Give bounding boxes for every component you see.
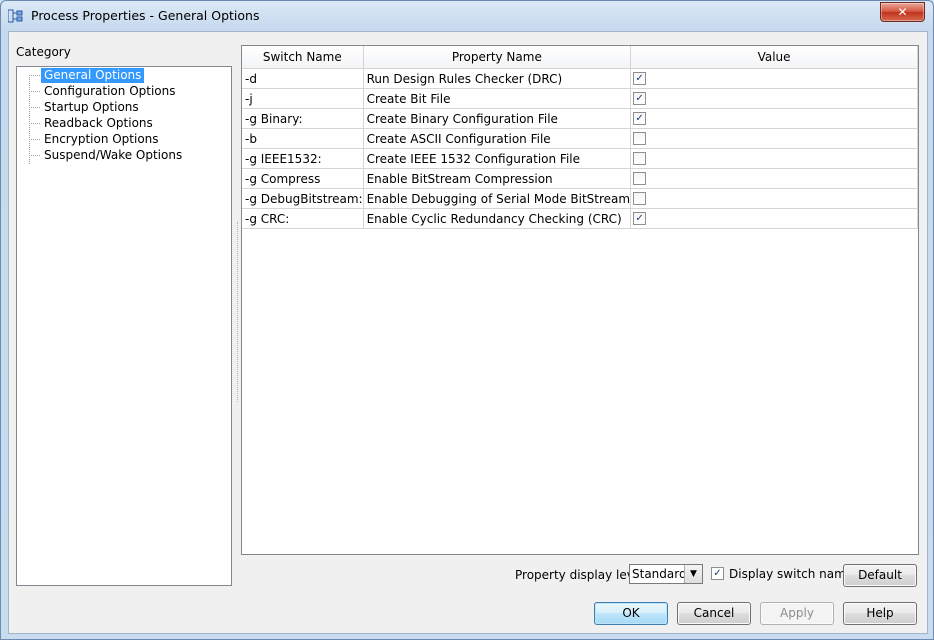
switch-name-cell: -g CRC:: [242, 208, 364, 229]
close-icon: ✕: [897, 5, 908, 19]
value-checkbox[interactable]: [633, 151, 647, 165]
switch-name-cell: -g IEEE1532:: [242, 148, 364, 169]
splitter-handle[interactable]: [237, 222, 240, 402]
value-checkbox[interactable]: [633, 191, 647, 205]
help-button[interactable]: Help: [843, 602, 917, 625]
window-title: Process Properties - General Options: [31, 8, 260, 23]
property-table: Switch Name Property Name Value -d Run De…: [242, 46, 918, 229]
value-checkbox[interactable]: ✓: [633, 91, 647, 105]
property-name-cell: Create Binary Configuration File: [363, 108, 632, 129]
value-checkbox[interactable]: [633, 131, 647, 145]
value-checkbox[interactable]: ✓: [633, 211, 647, 225]
dialog-footer: Property display level: Standard ▼ ✓ Dis…: [9, 560, 927, 633]
table-header-row: Switch Name Property Name Value: [242, 46, 918, 69]
close-button[interactable]: ✕: [880, 2, 925, 22]
value-cell: [630, 188, 918, 209]
value-checkbox[interactable]: ✓: [633, 71, 647, 85]
dialog-client-area: Category General Options Configuration O…: [8, 31, 928, 634]
category-label: Category: [16, 45, 71, 59]
tree-connector-branch: [29, 139, 40, 140]
display-switch-names-checkbox[interactable]: ✓: [711, 567, 724, 580]
tree-connector-line: [29, 75, 30, 164]
table-row[interactable]: -g CRC: Enable Cyclic Redundancy Checking…: [242, 208, 918, 229]
title-bar[interactable]: Process Properties - General Options ✕: [1, 1, 933, 31]
value-cell: [630, 148, 918, 169]
column-header-property-name[interactable]: Property Name: [363, 46, 632, 69]
switch-name-cell: -g Compress: [242, 168, 364, 189]
value-checkbox[interactable]: [633, 171, 647, 185]
property-display-level-value: Standard: [632, 567, 687, 581]
switch-name-cell: -j: [242, 88, 364, 109]
process-properties-window: Process Properties - General Options ✕ C…: [0, 0, 934, 640]
table-row[interactable]: -d Run Design Rules Checker (DRC) ✓: [242, 68, 918, 89]
table-row[interactable]: -j Create Bit File ✓: [242, 88, 918, 109]
tree-connector-branch: [29, 107, 40, 108]
switch-name-cell: -b: [242, 128, 364, 149]
process-properties-icon: [8, 9, 23, 23]
property-grid: Switch Name Property Name Value -d Run De…: [241, 45, 919, 555]
value-cell: [630, 128, 918, 149]
table-row[interactable]: -g Compress Enable BitStream Compression: [242, 168, 918, 189]
apply-button[interactable]: Apply: [760, 602, 834, 625]
table-row[interactable]: -g IEEE1532: Create IEEE 1532 Configurati…: [242, 148, 918, 169]
table-row[interactable]: -b Create ASCII Configuration File: [242, 128, 918, 149]
default-button[interactable]: Default: [843, 564, 917, 587]
property-display-level-select[interactable]: Standard ▼: [629, 564, 703, 584]
category-tree[interactable]: General Options Configuration Options St…: [16, 66, 232, 586]
switch-name-cell: -d: [242, 68, 364, 89]
property-name-cell: Create IEEE 1532 Configuration File: [363, 148, 632, 169]
tree-connector-branch: [29, 123, 40, 124]
display-switch-names-label: Display switch names: [729, 567, 860, 581]
column-header-value[interactable]: Value: [630, 46, 918, 69]
tree-item-readback-options[interactable]: Readback Options: [41, 116, 156, 131]
value-cell: ✓: [630, 88, 918, 109]
table-row[interactable]: -g DebugBitstream: Enable Debugging of Se…: [242, 188, 918, 209]
ok-button[interactable]: OK: [594, 602, 668, 625]
tree-connector-branch: [29, 91, 40, 92]
value-cell: ✓: [630, 68, 918, 89]
column-header-switch-name[interactable]: Switch Name: [242, 46, 364, 69]
tree-item-encryption-options[interactable]: Encryption Options: [41, 132, 162, 147]
switch-name-cell: -g DebugBitstream:: [242, 188, 364, 209]
property-name-cell: Create Bit File: [363, 88, 632, 109]
tree-item-general-options[interactable]: General Options: [41, 68, 145, 83]
property-name-cell: Enable Cyclic Redundancy Checking (CRC): [363, 208, 632, 229]
switch-name-cell: -g Binary:: [242, 108, 364, 129]
value-cell: ✓: [630, 208, 918, 229]
chevron-down-icon[interactable]: ▼: [684, 565, 702, 583]
value-cell: [630, 168, 918, 189]
tree-item-configuration-options[interactable]: Configuration Options: [41, 84, 179, 99]
property-rows: -d Run Design Rules Checker (DRC) ✓ -j Creat…: [242, 68, 918, 229]
tree-item-startup-options[interactable]: Startup Options: [41, 100, 142, 115]
property-name-cell: Enable Debugging of Serial Mode BitStrea…: [363, 188, 632, 209]
tree-connector-branch: [29, 75, 40, 76]
tree-connector-branch: [29, 155, 40, 156]
value-cell: ✓: [630, 108, 918, 129]
table-row[interactable]: -g Binary: Create Binary Configuration Fi…: [242, 108, 918, 129]
property-name-cell: Run Design Rules Checker (DRC): [363, 68, 632, 89]
property-name-cell: Create ASCII Configuration File: [363, 128, 632, 149]
value-checkbox[interactable]: ✓: [633, 111, 647, 125]
property-name-cell: Enable BitStream Compression: [363, 168, 632, 189]
cancel-button[interactable]: Cancel: [677, 602, 751, 625]
tree-item-suspend-wake-options[interactable]: Suspend/Wake Options: [41, 148, 185, 163]
